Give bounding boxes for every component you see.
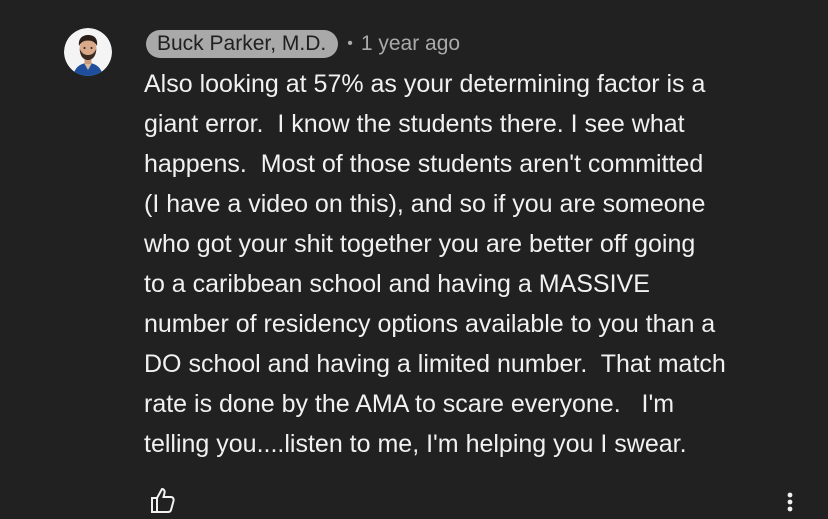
author-name[interactable]: Buck Parker, M.D. xyxy=(146,30,339,58)
comment-timestamp[interactable]: 1 year ago xyxy=(361,32,460,56)
comment-thread-item: Buck Parker, M.D. • 1 year ago Also look… xyxy=(0,0,828,513)
comment-line: rate is done by the AMA to scare everyon… xyxy=(144,390,675,418)
author-avatar-image xyxy=(64,28,112,76)
comment-line: giant error. I know the students there. … xyxy=(144,110,685,138)
meta-separator: • xyxy=(347,35,353,52)
thumbs-up-icon xyxy=(151,487,175,513)
comment-line: DO school and having a limited number. T… xyxy=(144,350,726,378)
comment-header: Buck Parker, M.D. • 1 year ago xyxy=(146,29,460,59)
comment-body: Also looking at 57% as your determining … xyxy=(144,64,809,464)
more-options-button[interactable] xyxy=(782,492,798,512)
comment-line: to a caribbean school and having a MASSI… xyxy=(144,270,650,298)
like-button[interactable] xyxy=(148,486,176,514)
comment-line: number of residency options available to… xyxy=(144,310,716,338)
avatar[interactable] xyxy=(64,28,112,76)
comment-line: (I have a video on this), and so if you … xyxy=(144,190,706,218)
more-vert-icon xyxy=(787,492,793,512)
comment-actions xyxy=(144,486,828,513)
comment-line: who got your shit together you are bette… xyxy=(144,230,696,258)
comment-line: telling you....listen to me, I'm helping… xyxy=(144,430,687,458)
comment-line: happens. Most of those students aren't c… xyxy=(144,150,704,178)
comment-line: Also looking at 57% as your determining … xyxy=(144,70,706,98)
